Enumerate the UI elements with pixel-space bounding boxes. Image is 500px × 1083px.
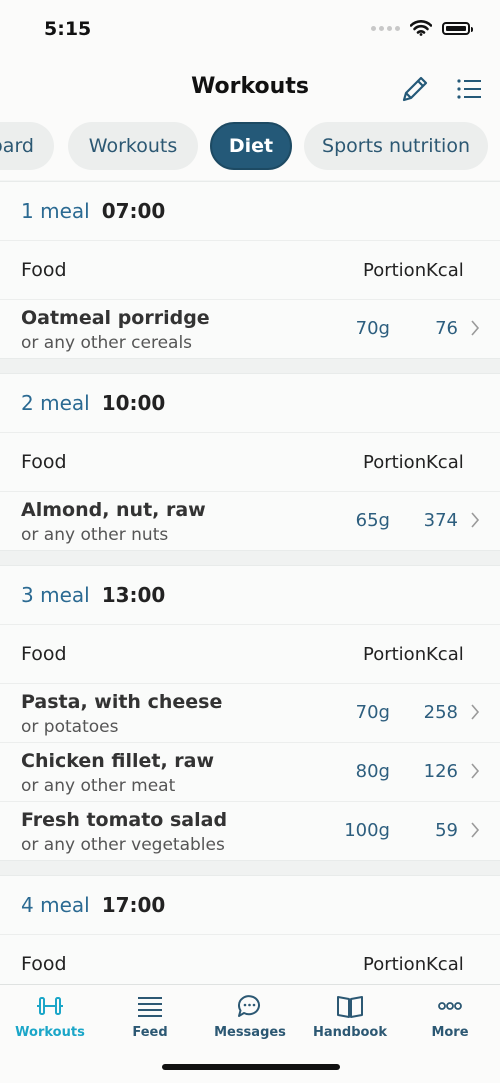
- tabbar-item-messages[interactable]: Messages: [200, 991, 300, 1040]
- meal-section: 3 meal 13:00 Food Portion Kcal Pasta, wi…: [0, 565, 500, 861]
- meal-section: 2 meal 10:00 Food Portion Kcal Almond, n…: [0, 373, 500, 551]
- column-portion: Portion: [363, 259, 427, 281]
- tabbar-label: Messages: [214, 1025, 286, 1040]
- column-kcal: Kcal: [426, 643, 464, 665]
- home-indicator: [162, 1064, 340, 1070]
- food-alternative: or any other cereals: [21, 333, 193, 353]
- tab-workouts[interactable]: Workouts: [68, 122, 198, 170]
- food-row[interactable]: Oatmeal porridge or any other cereals 70…: [0, 300, 500, 358]
- tab-dashboard[interactable]: Dashboard: [0, 122, 54, 170]
- column-header-row: Food Portion Kcal: [0, 241, 500, 300]
- screen: 5:15 Workouts ard Workouts Diet Sports n…: [0, 0, 500, 1083]
- diet-plan-list: 1 meal 07:00 Food Portion Kcal Oatmeal p…: [0, 181, 500, 984]
- dumbbell-icon: [37, 997, 63, 1015]
- food-kcal: 126: [423, 761, 458, 782]
- tab-label: Dashboard: [0, 135, 34, 157]
- tab-label: Diet: [228, 135, 274, 157]
- tabbar-item-workouts[interactable]: Workouts: [0, 991, 100, 1040]
- chevron-right-icon: [471, 320, 480, 336]
- column-kcal: Kcal: [426, 451, 464, 473]
- column-food: Food: [21, 643, 67, 665]
- meal-header: 4 meal 17:00: [0, 876, 500, 935]
- food-row[interactable]: Chicken fillet, raw or any other meat 80…: [0, 743, 500, 802]
- edit-pencil-icon[interactable]: [398, 72, 432, 106]
- column-header-row: Food Portion Kcal: [0, 433, 500, 492]
- food-portion: 80g: [355, 761, 390, 782]
- status-time: 5:15: [44, 18, 92, 40]
- meal-number: 2 meal: [21, 391, 90, 415]
- food-kcal: 59: [435, 820, 458, 841]
- tabbar-item-handbook[interactable]: Handbook: [300, 991, 400, 1040]
- chevron-right-icon: [471, 704, 480, 720]
- meal-time: 17:00: [101, 893, 166, 917]
- food-kcal: 258: [423, 702, 458, 723]
- food-portion: 100g: [344, 820, 390, 841]
- column-portion: Portion: [363, 451, 427, 473]
- meal-section: 4 meal 17:00 Food Portion Kcal: [0, 875, 500, 984]
- meal-number: 1 meal: [21, 199, 90, 223]
- food-kcal: 76: [435, 318, 458, 339]
- more-dots-icon: [438, 1002, 462, 1010]
- tabbar-label: Handbook: [312, 1025, 388, 1040]
- food-name: Almond, nut, raw: [21, 499, 206, 521]
- chat-bubbles-icon: [237, 995, 260, 1017]
- battery-icon: [442, 21, 473, 35]
- column-food: Food: [21, 451, 67, 473]
- food-alternative: or any other meat: [21, 776, 176, 796]
- tab-label: Workouts: [88, 135, 178, 157]
- status-bar: 5:15: [0, 0, 500, 60]
- tabbar-label: Workouts: [15, 1025, 85, 1040]
- food-row[interactable]: Fresh tomato salad or any other vegetabl…: [0, 802, 500, 860]
- section-tabs: Dashboard Workouts Diet Sports nutrition: [0, 118, 500, 180]
- meal-number: 3 meal: [21, 583, 90, 607]
- meal-header: 1 meal 07:00: [0, 182, 500, 241]
- meal-section: 1 meal 07:00 Food Portion Kcal Oatmeal p…: [0, 181, 500, 359]
- header: Workouts: [0, 60, 500, 118]
- meal-header: 3 meal 13:00: [0, 566, 500, 625]
- column-header-row: Food Portion Kcal: [0, 935, 500, 984]
- food-alternative: or potatoes: [21, 717, 119, 737]
- signal-icon: [371, 25, 400, 31]
- food-name: Chicken fillet, raw: [21, 750, 215, 772]
- tabbar-label: More: [431, 1025, 469, 1040]
- tab-diet[interactable]: Diet: [210, 122, 292, 170]
- meal-header: 2 meal 10:00: [0, 374, 500, 433]
- list-menu-icon[interactable]: [454, 74, 484, 104]
- column-portion: Portion: [363, 643, 427, 665]
- status-icons: [371, 20, 473, 36]
- feed-lines-icon: [138, 997, 162, 1017]
- chevron-right-icon: [471, 763, 480, 779]
- column-kcal: Kcal: [426, 953, 464, 975]
- chevron-right-icon: [471, 822, 480, 838]
- chevron-right-icon: [471, 512, 480, 528]
- tabbar-label: Feed: [132, 1025, 168, 1040]
- book-icon: [337, 996, 363, 1018]
- food-name: Fresh tomato salad: [21, 809, 228, 831]
- food-name: Pasta, with cheese: [21, 691, 223, 713]
- tabbar-item-more[interactable]: More: [400, 991, 500, 1040]
- food-row[interactable]: Pasta, with cheese or potatoes 70g 258: [0, 684, 500, 743]
- column-header-row: Food Portion Kcal: [0, 625, 500, 684]
- food-alternative: or any other nuts: [21, 525, 169, 545]
- food-portion: 70g: [355, 318, 390, 339]
- food-row[interactable]: Almond, nut, raw or any other nuts 65g 3…: [0, 492, 500, 550]
- meal-time: 07:00: [101, 199, 166, 223]
- food-portion: 70g: [355, 702, 390, 723]
- meal-time: 13:00: [101, 583, 166, 607]
- meal-number: 4 meal: [21, 893, 90, 917]
- column-portion: Portion: [363, 953, 427, 975]
- tab-label: Sports nutrition: [322, 135, 470, 157]
- column-food: Food: [21, 259, 67, 281]
- food-name: Oatmeal porridge: [21, 307, 210, 329]
- food-portion: 65g: [355, 510, 390, 531]
- wifi-icon: [410, 20, 432, 36]
- meal-time: 10:00: [101, 391, 166, 415]
- column-food: Food: [21, 953, 67, 975]
- food-kcal: 374: [423, 510, 458, 531]
- tabbar-item-feed[interactable]: Feed: [100, 991, 200, 1040]
- food-alternative: or any other vegetables: [21, 835, 225, 855]
- column-kcal: Kcal: [426, 259, 464, 281]
- tab-sports-nutrition[interactable]: Sports nutrition: [304, 122, 488, 170]
